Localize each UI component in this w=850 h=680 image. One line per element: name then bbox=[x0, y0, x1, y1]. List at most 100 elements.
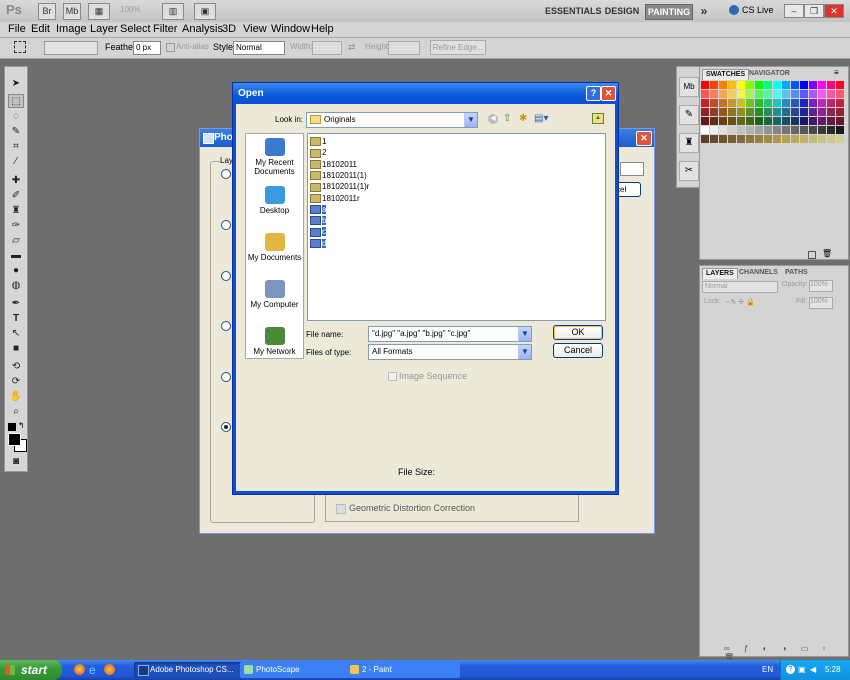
path-selection-tool-icon[interactable]: ↖ bbox=[8, 327, 24, 341]
color-swatch[interactable] bbox=[764, 99, 772, 107]
color-swatch[interactable] bbox=[827, 90, 835, 98]
file-name-input[interactable]: "d.jpg" "a.jpg" "b.jpg" "c.jpg" ▼ bbox=[368, 326, 532, 342]
color-swatch[interactable] bbox=[782, 81, 790, 89]
zoom-level[interactable]: 100% bbox=[120, 5, 140, 14]
background-dialog-cancel-button[interactable]: cel bbox=[616, 182, 641, 197]
place-my-documents[interactable]: My Documents bbox=[246, 233, 303, 262]
file-item[interactable]: b bbox=[310, 215, 327, 226]
type-tool-icon[interactable]: T bbox=[8, 312, 24, 326]
file-item[interactable]: c bbox=[310, 226, 326, 237]
geometric-correction-checkbox[interactable] bbox=[336, 504, 346, 514]
eraser-tool-icon[interactable]: ▱ bbox=[8, 234, 24, 248]
color-swatch[interactable] bbox=[791, 117, 799, 125]
color-swatch[interactable] bbox=[746, 90, 754, 98]
color-swatch[interactable] bbox=[773, 108, 781, 116]
color-swatch[interactable] bbox=[836, 126, 844, 134]
language-indicator[interactable]: EN bbox=[762, 665, 773, 674]
color-swatch[interactable] bbox=[701, 126, 709, 134]
new-folder-icon[interactable]: ✱ bbox=[519, 113, 527, 124]
color-swatch[interactable] bbox=[719, 135, 727, 143]
color-swatch[interactable] bbox=[800, 117, 808, 125]
menu-window[interactable]: Window bbox=[271, 23, 310, 35]
color-swatch[interactable] bbox=[836, 90, 844, 98]
color-swatch[interactable] bbox=[782, 108, 790, 116]
color-swatch[interactable] bbox=[836, 81, 844, 89]
color-swatch[interactable] bbox=[728, 126, 736, 134]
layout-radio-reposition[interactable] bbox=[221, 422, 231, 432]
quicklaunch-browser-icon[interactable] bbox=[74, 664, 85, 675]
swap-icon[interactable]: ⇄ bbox=[348, 42, 356, 53]
color-swatch[interactable] bbox=[800, 135, 808, 143]
color-swatch[interactable] bbox=[782, 126, 790, 134]
tab-channels[interactable]: CHANNELS bbox=[736, 268, 781, 278]
color-swatch[interactable] bbox=[800, 108, 808, 116]
file-item[interactable]: 18102011 bbox=[310, 159, 357, 170]
lock-icons[interactable]: ▫ ✎ ✛ 🔒 bbox=[726, 298, 755, 306]
spot-healing-tool-icon[interactable]: ✚ bbox=[8, 174, 24, 188]
file-item[interactable]: d bbox=[310, 238, 327, 249]
file-list[interactable]: 1 2 18102011 18102011(1) 18102011(1)r 1810201… bbox=[307, 133, 606, 321]
color-swatch[interactable] bbox=[701, 135, 709, 143]
restore-icon[interactable]: ❐ bbox=[804, 4, 824, 18]
menu-view[interactable]: View bbox=[243, 23, 267, 35]
color-swatch[interactable] bbox=[827, 135, 835, 143]
file-item[interactable]: 2 bbox=[310, 147, 326, 158]
color-swatch[interactable] bbox=[818, 90, 826, 98]
menu-analysis[interactable]: Analysis bbox=[182, 23, 223, 35]
3d-orbit-tool-icon[interactable]: ⟳ bbox=[8, 375, 24, 389]
quicklaunch-ie-icon[interactable]: e bbox=[89, 663, 96, 677]
quick-selection-tool-icon[interactable]: ✎ bbox=[8, 125, 24, 139]
layout-radio-cylindrical[interactable] bbox=[221, 271, 231, 281]
place-desktop[interactable]: Desktop bbox=[246, 186, 303, 215]
more-workspaces-icon[interactable]: » bbox=[697, 4, 711, 18]
quicklaunch-firefox-icon[interactable] bbox=[104, 664, 115, 675]
pen-tool-icon[interactable]: ✒ bbox=[8, 297, 24, 311]
color-swatch[interactable] bbox=[710, 135, 718, 143]
color-swatch[interactable] bbox=[818, 108, 826, 116]
color-swatch[interactable] bbox=[827, 81, 835, 89]
opacity-input[interactable]: 100% bbox=[809, 280, 833, 292]
help-icon[interactable]: ? bbox=[586, 86, 601, 101]
color-swatch[interactable] bbox=[701, 117, 709, 125]
start-button[interactable]: start bbox=[0, 660, 62, 680]
tab-paths[interactable]: PATHS bbox=[782, 268, 811, 278]
color-swatch[interactable] bbox=[782, 99, 790, 107]
color-swatch[interactable] bbox=[809, 99, 817, 107]
fill-input[interactable]: 100% bbox=[809, 297, 833, 309]
color-swatch[interactable] bbox=[773, 126, 781, 134]
color-swatch[interactable] bbox=[773, 117, 781, 125]
color-swatch[interactable] bbox=[737, 126, 745, 134]
color-swatch[interactable] bbox=[800, 81, 808, 89]
clone-source-icon[interactable]: ♜ bbox=[679, 133, 699, 153]
color-swatch[interactable] bbox=[818, 135, 826, 143]
files-of-type-select[interactable]: All Formats ▼ bbox=[368, 344, 532, 360]
color-swatch[interactable] bbox=[791, 99, 799, 107]
color-swatch[interactable] bbox=[818, 81, 826, 89]
color-swatch[interactable] bbox=[746, 81, 754, 89]
tab-swatches[interactable]: SWATCHES bbox=[702, 69, 750, 80]
menu-file[interactable]: File bbox=[8, 23, 26, 35]
color-swatch[interactable] bbox=[827, 108, 835, 116]
up-folder-icon[interactable]: ⇧ bbox=[503, 113, 511, 124]
color-swatch[interactable] bbox=[800, 126, 808, 134]
color-swatch[interactable] bbox=[791, 135, 799, 143]
minimize-icon[interactable]: – bbox=[784, 4, 804, 18]
marquee-preset-icon[interactable] bbox=[14, 41, 26, 53]
view-extras-icon[interactable]: ▦ bbox=[88, 3, 110, 20]
foreground-color-swatch[interactable] bbox=[8, 433, 21, 446]
color-swatch[interactable] bbox=[710, 126, 718, 134]
chevron-down-icon[interactable]: ▼ bbox=[464, 113, 477, 127]
color-swatch[interactable] bbox=[818, 117, 826, 125]
color-swatch[interactable] bbox=[746, 135, 754, 143]
history-brush-tool-icon[interactable]: ✑ bbox=[8, 219, 24, 233]
color-swatch[interactable] bbox=[791, 90, 799, 98]
file-item[interactable]: 18102011(1) bbox=[310, 170, 367, 181]
tab-navigator[interactable]: NAVIGATOR bbox=[746, 69, 793, 79]
color-swatch[interactable] bbox=[764, 90, 772, 98]
back-icon[interactable]: ◀ bbox=[488, 114, 498, 124]
move-tool-icon[interactable]: ➤ bbox=[8, 77, 24, 91]
color-swatch[interactable] bbox=[773, 99, 781, 107]
task-paint[interactable]: 2 - Paint bbox=[346, 662, 460, 678]
color-swatch[interactable] bbox=[809, 126, 817, 134]
panel-menu-icon[interactable]: ≡ bbox=[834, 68, 839, 77]
